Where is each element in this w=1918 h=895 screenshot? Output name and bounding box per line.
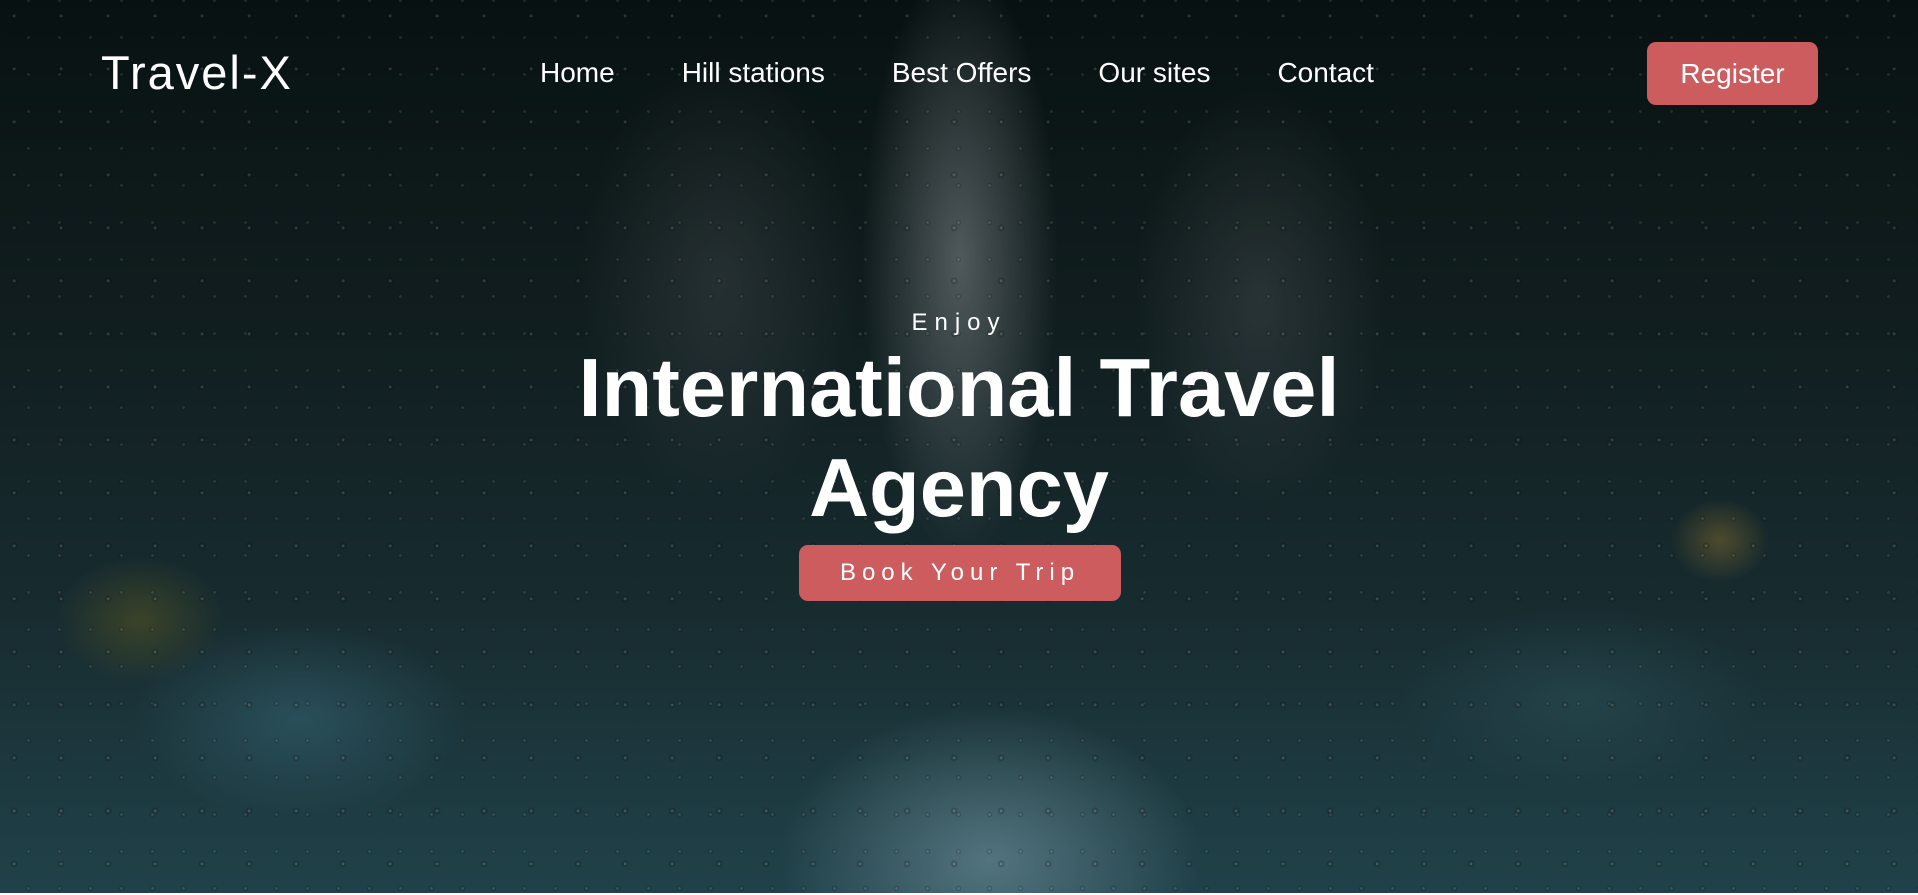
nav-best-offers[interactable]: Best Offers [892,55,1032,91]
main-nav: Home Hill stations Best Offers Our sites… [540,55,1374,91]
book-trip-button[interactable]: Book Your Trip [799,545,1121,601]
nav-contact[interactable]: Contact [1277,55,1374,91]
hero-subtitle: Enjoy [911,309,1007,336]
hero-headline: International Travel Agency [578,341,1340,534]
nav-home[interactable]: Home [540,55,615,91]
register-button[interactable]: Register [1647,42,1818,105]
nav-our-sites[interactable]: Our sites [1098,55,1210,91]
site-logo[interactable]: Travel-X [101,46,293,100]
hero-section: Travel-X Home Hill stations Best Offers … [0,0,1918,895]
nav-hill-stations[interactable]: Hill stations [682,55,825,91]
